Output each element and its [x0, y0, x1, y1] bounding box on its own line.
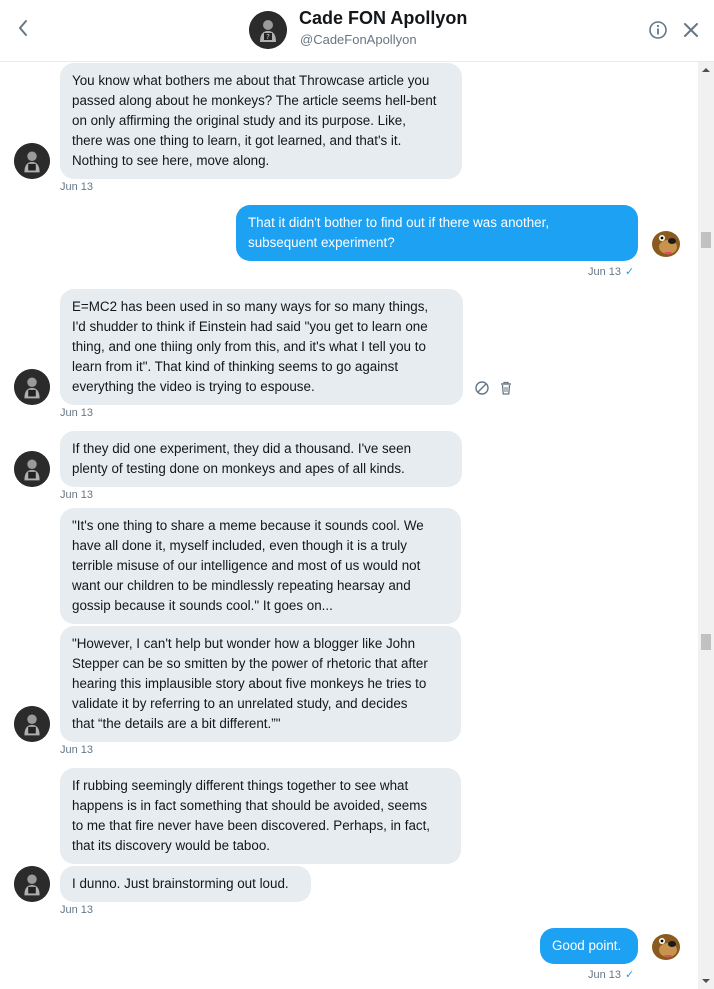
message-timestamp: Jun 13: [60, 407, 94, 419]
message-line: on only affirming the original study and…: [72, 113, 406, 128]
message-line: You know what bothers me about that Thro…: [72, 73, 430, 88]
avatar-figure-icon: [14, 451, 50, 487]
dog-avatar-icon: [648, 225, 684, 261]
message-line: E=MC2 has been used in so many ways for …: [72, 299, 429, 314]
message-line: hearing this implausible story about fiv…: [72, 676, 427, 691]
message-line: Nothing to see here, move along.: [72, 153, 270, 168]
sender-avatar[interactable]: [14, 369, 50, 405]
message-bubble-incoming[interactable]: "However, I can't help but wonder how a …: [60, 626, 461, 742]
info-icon: [649, 21, 667, 39]
message-line: plenty of testing done on monkeys and ap…: [72, 461, 405, 476]
message-bubble-outgoing[interactable]: That it didn't bother to find out if the…: [236, 205, 638, 261]
scroll-thumb[interactable]: [701, 232, 711, 248]
message-line: gossip because it sounds cool." It goes …: [72, 598, 333, 613]
message-line: that “the details are a bit different.”": [72, 716, 281, 731]
timestamp-text: Jun 13: [588, 969, 622, 981]
message-timestamp: Jun 13 ✓: [588, 968, 634, 981]
message-line: there was one thing to learn, it got lea…: [72, 133, 402, 148]
scroll-thumb-secondary[interactable]: [701, 634, 711, 650]
message-timestamp: Jun 13: [60, 489, 94, 501]
chevron-left-icon: [19, 20, 27, 36]
header-avatar[interactable]: ?: [249, 11, 287, 49]
message-line: terrible misuse of our intelligence and …: [72, 558, 421, 573]
message-timestamp: Jun 13 ✓: [588, 265, 634, 278]
message-line: Stepper can be so smitten by the power o…: [72, 656, 428, 671]
sender-avatar[interactable]: [14, 451, 50, 487]
message-line: happens is in fact something that should…: [72, 798, 428, 813]
checkmark-icon: ✓: [625, 266, 635, 278]
message-bubble-outgoing[interactable]: Good point.: [540, 928, 638, 964]
back-button[interactable]: [12, 14, 34, 42]
message-line: If rubbing seemingly different things to…: [72, 778, 409, 793]
message-timestamp: Jun 13: [60, 181, 94, 193]
delete-message-button[interactable]: [498, 380, 514, 396]
message-line: everything the video is trying to espous…: [72, 379, 315, 394]
info-button[interactable]: [648, 20, 668, 40]
message-line: "However, I can't help but wonder how a …: [72, 636, 416, 651]
close-icon: [684, 23, 698, 37]
avatar-figure-icon: [14, 369, 50, 405]
sender-avatar[interactable]: [14, 706, 50, 742]
message-line: have all done it, myself included, even …: [72, 538, 407, 553]
message-line: "It's one thing to share a meme because …: [72, 518, 424, 533]
report-message-button[interactable]: [474, 380, 490, 396]
message-bubble-incoming[interactable]: I dunno. Just brainstorming out loud.: [60, 866, 311, 902]
sender-avatar[interactable]: [14, 143, 50, 179]
checkmark-icon: ✓: [625, 969, 635, 981]
own-avatar[interactable]: [648, 928, 684, 964]
own-avatar[interactable]: [648, 225, 684, 261]
avatar-figure-icon: ?: [249, 11, 287, 49]
message-timestamp: Jun 13: [60, 904, 94, 916]
dog-avatar-icon: [648, 928, 684, 964]
message-line: thing, and one thiing only from this, an…: [72, 339, 426, 354]
message-line: Good point.: [552, 938, 622, 953]
scroll-down-arrow-icon[interactable]: [698, 975, 714, 987]
message-line: If they did one experiment, they did a t…: [72, 441, 412, 456]
close-button[interactable]: [682, 21, 700, 39]
scrollbar[interactable]: [698, 62, 714, 989]
conversation-name: Cade FON Apollyon: [299, 8, 468, 28]
sender-avatar[interactable]: [14, 866, 50, 902]
svg-text:?: ?: [266, 33, 270, 41]
message-line: subsequent experiment?: [248, 235, 395, 250]
message-line: learn from it". That kind of thinking se…: [72, 359, 399, 374]
message-line: I'd shudder to think if Einstein had sai…: [72, 319, 428, 334]
message-line: That it didn't bother to find out if the…: [248, 215, 550, 230]
message-line: I dunno. Just brainstorming out loud.: [72, 876, 289, 891]
message-timestamp: Jun 13: [60, 744, 94, 756]
message-bubble-incoming[interactable]: You know what bothers me about that Thro…: [60, 63, 462, 179]
message-bubble-incoming[interactable]: "It's one thing to share a meme because …: [60, 508, 461, 624]
message-line: validate it by referring to an unrelated…: [72, 696, 408, 711]
avatar-figure-icon: [14, 706, 50, 742]
conversation-header: ? Cade FON Apollyon @CadeFonApollyon: [0, 0, 714, 62]
message-bubble-incoming[interactable]: If they did one experiment, they did a t…: [60, 431, 462, 487]
block-icon: [475, 381, 489, 395]
timestamp-text: Jun 13: [588, 266, 622, 278]
message-bubble-incoming[interactable]: E=MC2 has been used in so many ways for …: [60, 289, 463, 405]
scroll-up-arrow-icon[interactable]: [698, 64, 714, 76]
message-line: want our children to be mindlessly repea…: [72, 578, 411, 593]
message-line: that its discovery would be taboo.: [72, 838, 270, 853]
message-bubble-incoming[interactable]: If rubbing seemingly different things to…: [60, 768, 461, 864]
avatar-figure-icon: [14, 866, 50, 902]
message-line: passed along about he monkeys? The artic…: [72, 93, 437, 108]
message-line: to me that fire never have been discover…: [72, 818, 431, 833]
avatar-figure-icon: [14, 143, 50, 179]
trash-icon: [501, 381, 511, 395]
conversation-handle: @CadeFonApollyon: [300, 32, 417, 47]
